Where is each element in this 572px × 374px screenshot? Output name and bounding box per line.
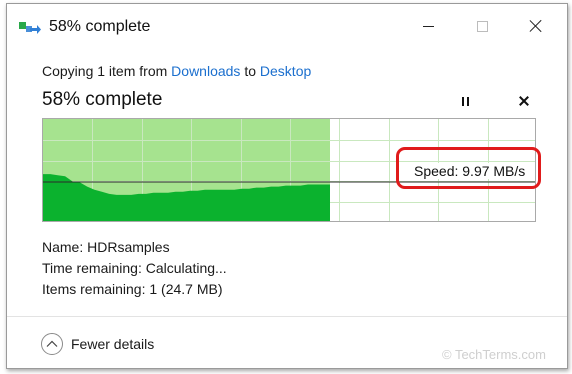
title-bar: 58% complete xyxy=(7,4,567,50)
minimize-button[interactable] xyxy=(405,4,451,48)
close-button[interactable] xyxy=(513,4,559,48)
time-remaining-label: Time remaining: xyxy=(42,260,142,276)
maximize-button[interactable] xyxy=(459,4,505,48)
maximize-icon xyxy=(476,20,488,32)
pause-icon-bar xyxy=(467,97,469,106)
name-value: HDRsamples xyxy=(87,239,170,255)
transfer-details: Name: HDRsamples Time remaining: Calcula… xyxy=(42,237,227,300)
items-remaining-value: 1 (24.7 MB) xyxy=(149,281,223,297)
destination-folder-link[interactable]: Desktop xyxy=(260,63,311,79)
watermark: © TechTerms.com xyxy=(442,347,546,362)
source-folder-link[interactable]: Downloads xyxy=(171,63,240,79)
time-remaining-value: Calculating... xyxy=(145,260,227,276)
speed-label: Speed: 9.97 MB/s xyxy=(413,163,527,179)
pause-button[interactable] xyxy=(457,94,475,110)
items-remaining-label: Items remaining: xyxy=(42,281,146,297)
file-copy-icon xyxy=(19,22,41,34)
progress-heading: 58% complete xyxy=(42,89,163,110)
chevron-up-icon xyxy=(41,333,63,355)
fewer-details-label: Fewer details xyxy=(71,336,155,352)
detail-time-remaining: Time remaining: Calculating... xyxy=(42,258,227,279)
copy-description: Copying 1 item from Downloads to Desktop xyxy=(42,63,311,79)
name-label: Name: xyxy=(42,239,84,255)
fewer-details-button[interactable]: Fewer details xyxy=(41,331,154,357)
cancel-icon[interactable] xyxy=(515,92,533,110)
copy-middle: to xyxy=(240,63,260,79)
close-icon xyxy=(529,19,543,33)
copy-dialog-window: 58% complete Copying 1 item from Downloa… xyxy=(6,3,568,369)
window-title: 58% complete xyxy=(49,18,151,35)
footer-divider xyxy=(7,316,567,317)
minimize-icon xyxy=(422,25,434,27)
detail-name: Name: HDRsamples xyxy=(42,237,227,258)
copy-prefix: Copying 1 item from xyxy=(42,63,172,79)
pause-icon-bar xyxy=(462,97,464,106)
detail-items-remaining: Items remaining: 1 (24.7 MB) xyxy=(42,279,227,300)
